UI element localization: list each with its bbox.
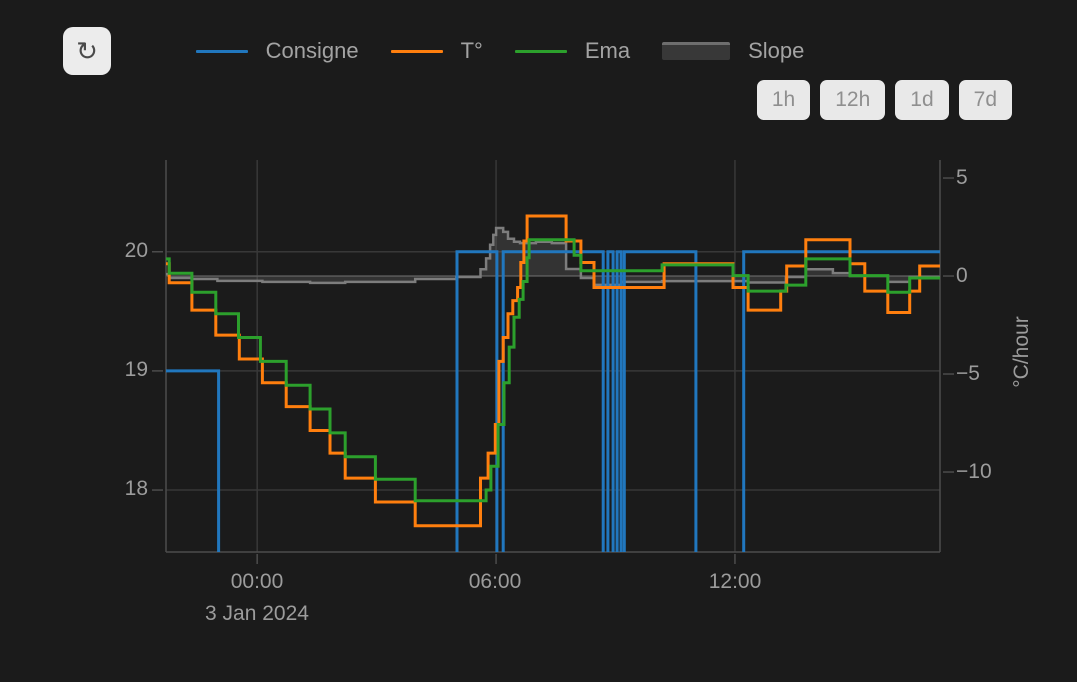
y-left-tick-label: 18 xyxy=(84,477,148,501)
x-tick-label: 06:00 xyxy=(435,570,555,594)
y-right-tick-label: −10 xyxy=(956,460,992,484)
y-right-tick-label: 5 xyxy=(956,166,968,190)
y-left-tick-label: 19 xyxy=(84,358,148,382)
x-tick-label: 00:00 xyxy=(197,570,317,594)
series-line-Consigne xyxy=(166,252,940,610)
y-right-tick-label: 0 xyxy=(956,264,968,288)
x-axis-date-label: 3 Jan 2024 xyxy=(157,602,357,626)
y-left-tick-label: 20 xyxy=(84,239,148,263)
y-right-axis-title: °C/hour xyxy=(1010,316,1034,387)
x-tick-label: 12:00 xyxy=(675,570,795,594)
climate-chart-panel: ↻ Consigne T° Ema Slope 1h 12h 1d 7d 20 … xyxy=(0,0,1077,682)
y-right-tick-label: −5 xyxy=(956,362,980,386)
